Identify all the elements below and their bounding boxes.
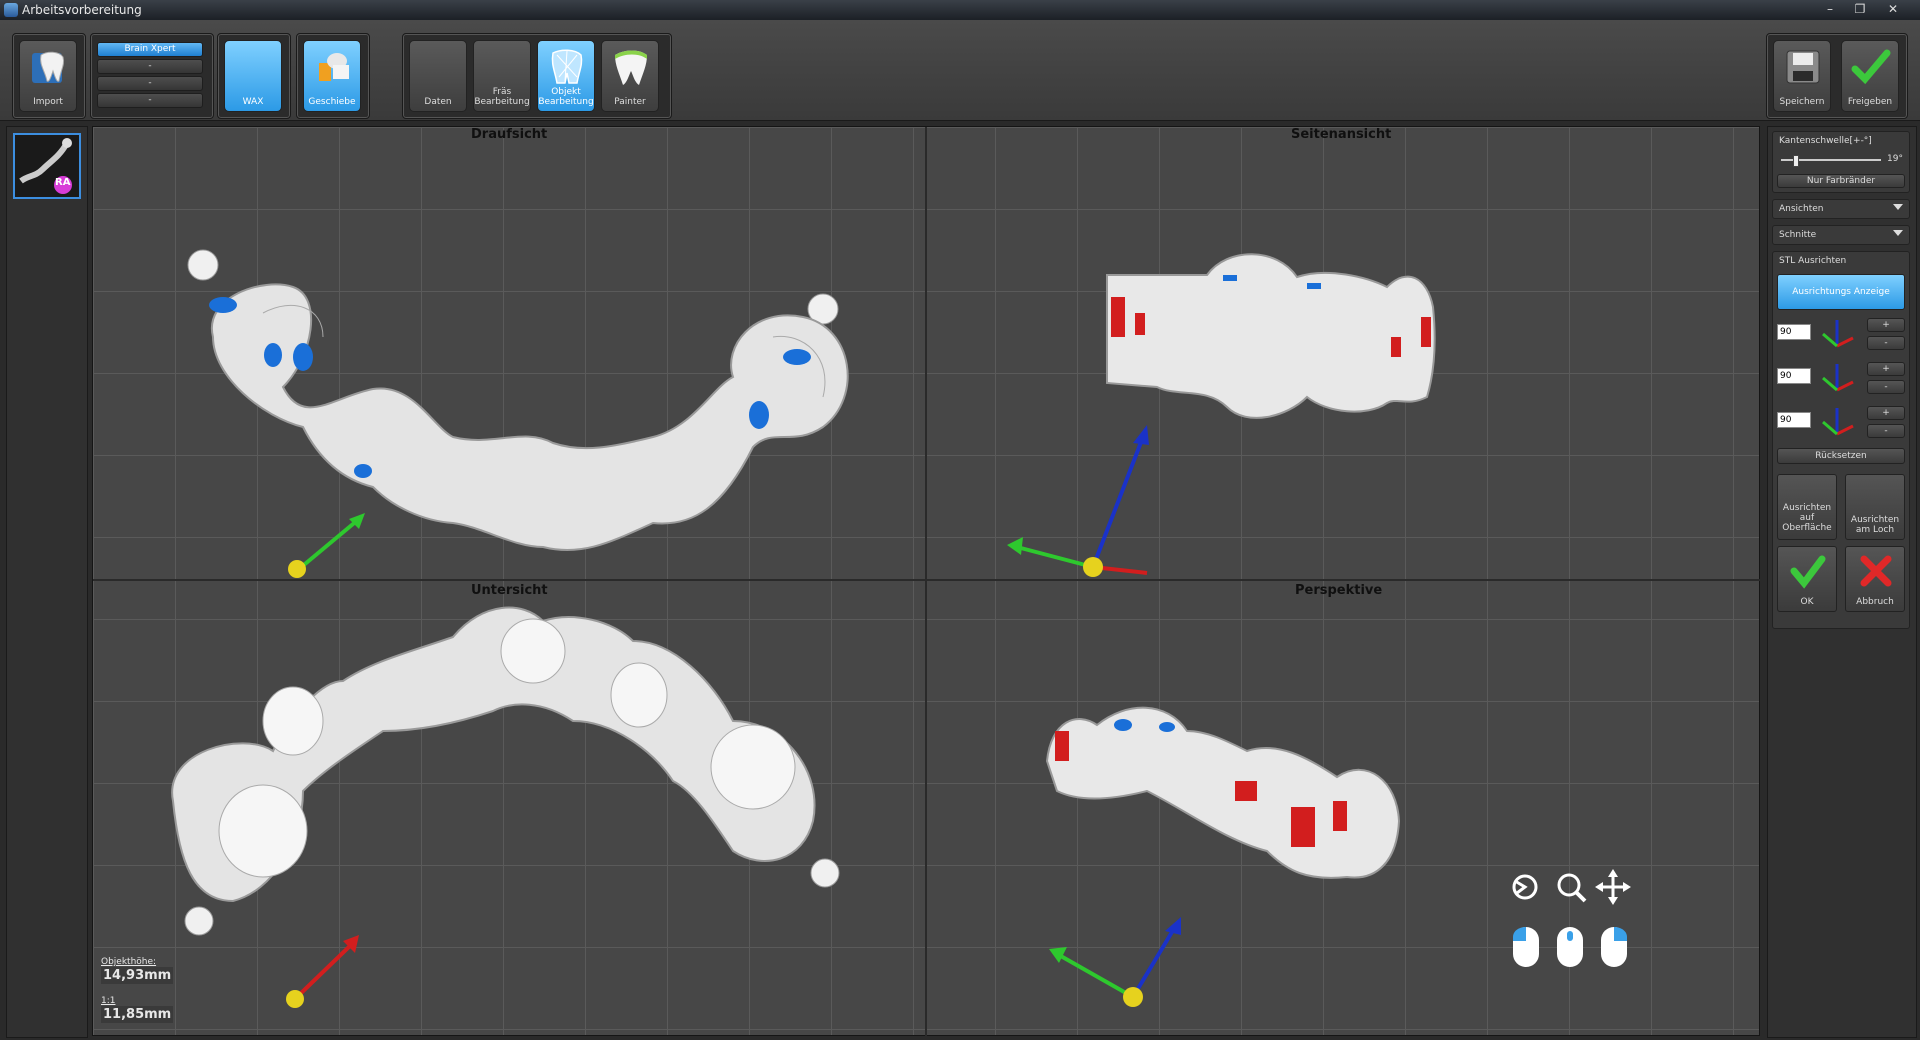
import-group: Import	[12, 33, 86, 119]
tooth-import-icon	[32, 51, 64, 83]
object-list: RA	[6, 126, 88, 1038]
scale-info: 1:1 11,85mm	[101, 996, 174, 1023]
ruecksetzen-button[interactable]: Rücksetzen	[1777, 448, 1905, 464]
brain-xpert-item[interactable]: Brain Xpert	[97, 42, 203, 57]
angle-z-minus-button[interactable]: -	[1867, 424, 1905, 438]
stl-ausrichten-title: STL Ausrichten	[1779, 256, 1847, 266]
angle-x-minus-button[interactable]: -	[1867, 336, 1905, 350]
object-thumbnail[interactable]: RA	[13, 133, 81, 199]
window-title: Arbeitsvorbereitung	[22, 3, 142, 17]
painter-button[interactable]: Painter	[601, 40, 659, 112]
right-panel: Kantenschwelle[+-°] 19° Nur Farbränder A…	[1767, 126, 1917, 1038]
fraes-label: Fräs Bearbeitung	[474, 87, 530, 107]
angle-input-x[interactable]: 90	[1777, 324, 1811, 340]
kantenschwelle-value: 19°	[1887, 154, 1903, 164]
stl-ausrichten-section: STL Ausrichten Ausrichtungs Anzeige 90 +…	[1772, 251, 1910, 629]
app-icon	[4, 3, 18, 17]
speichern-label: Speichern	[1779, 97, 1825, 107]
chevron-down-icon	[1893, 230, 1903, 236]
abbruch-label: Abbruch	[1856, 597, 1894, 607]
main-toolbar: Import Brain Xpert - - - WAX Geschiebe D…	[0, 20, 1920, 121]
nur-farbraender-button[interactable]: Nur Farbränder	[1777, 174, 1905, 188]
import-button[interactable]: Import	[19, 40, 77, 112]
schnitte-dropdown[interactable]: Schnitte	[1772, 225, 1910, 245]
fraes-bearbeitung-button[interactable]: Fräs Bearbeitung	[473, 40, 531, 112]
rotate-axis-y-icon	[1822, 364, 1854, 392]
processing-group: Daten Fräs Bearbeitung Objekt Bearbeitun…	[402, 33, 672, 119]
angle-input-z[interactable]: 90	[1777, 412, 1811, 428]
close-button[interactable]: ✕	[1878, 0, 1908, 18]
cross-icon	[1860, 555, 1892, 587]
daten-button[interactable]: Daten	[409, 40, 467, 112]
mouse-right-icon	[1601, 927, 1627, 967]
ausrichten-loch-button[interactable]: Ausrichten am Loch	[1845, 474, 1905, 540]
checkmark-icon	[1790, 555, 1826, 589]
scale-label: 1:1	[101, 996, 116, 1006]
angle-y-minus-button[interactable]: -	[1867, 380, 1905, 394]
object-height-info: Objekthöhe: 14,93mm	[101, 957, 174, 984]
move-icon	[1595, 869, 1631, 905]
abbruch-button[interactable]: Abbruch	[1845, 546, 1905, 612]
brain-list-item[interactable]: -	[97, 76, 203, 91]
tooth-wireframe-icon	[551, 49, 583, 84]
geschiebe-label: Geschiebe	[308, 97, 356, 107]
freigeben-button[interactable]: Freigeben	[1841, 40, 1899, 112]
chevron-down-icon	[1893, 204, 1903, 210]
wax-button[interactable]: WAX	[224, 40, 282, 112]
ok-label: OK	[1800, 597, 1814, 607]
object-height-label: Objekthöhe:	[101, 957, 157, 967]
tooth-painter-icon	[615, 50, 647, 85]
freigeben-label: Freigeben	[1847, 97, 1893, 107]
save-release-group: Speichern Freigeben	[1766, 33, 1908, 119]
painter-label: Painter	[614, 97, 646, 107]
brain-group: Brain Xpert - - -	[90, 33, 214, 119]
schnitte-label: Schnitte	[1779, 230, 1817, 240]
kantenschwelle-slider[interactable]	[1781, 155, 1881, 167]
checkmark-icon	[1851, 49, 1891, 85]
title-bar: Arbeitsvorbereitung – ❐ ✕	[0, 0, 1920, 20]
angle-x-plus-button[interactable]: +	[1867, 318, 1905, 332]
rotate-axis-x-icon	[1822, 320, 1854, 348]
objekt-bearbeitung-button[interactable]: Objekt Bearbeitung	[537, 40, 595, 112]
thumbnail-badge: RA	[55, 177, 71, 188]
bridge-model-top[interactable]	[93, 127, 925, 579]
minimize-button[interactable]: –	[1815, 0, 1845, 18]
zoom-icon	[1557, 873, 1587, 903]
bridge-model-perspective[interactable]	[927, 581, 1761, 1037]
brain-list-item[interactable]: -	[97, 93, 203, 108]
wax-label: WAX	[242, 97, 264, 107]
rotate-axis-z-icon	[1822, 408, 1854, 436]
kantenschwelle-slider-handle[interactable]	[1793, 155, 1799, 167]
ausrichtungs-anzeige-button[interactable]: Ausrichtungs Anzeige	[1777, 274, 1905, 310]
brain-list-item[interactable]: -	[97, 59, 203, 74]
restore-button[interactable]: ❐	[1845, 0, 1875, 18]
object-height-value: 14,93mm	[101, 967, 174, 984]
daten-label: Daten	[424, 97, 452, 107]
ok-button[interactable]: OK	[1777, 546, 1837, 612]
rotate-icon	[1512, 874, 1538, 900]
floppy-disk-icon	[1786, 50, 1820, 84]
wax-group: WAX	[217, 33, 291, 119]
angle-y-plus-button[interactable]: +	[1867, 362, 1905, 376]
angle-input-y[interactable]: 90	[1777, 368, 1811, 384]
mouse-left-icon	[1513, 927, 1539, 967]
kantenschwelle-section: Kantenschwelle[+-°] 19° Nur Farbränder	[1772, 131, 1910, 193]
ansichten-label: Ansichten	[1779, 204, 1824, 214]
kantenschwelle-label: Kantenschwelle[+-°]	[1779, 136, 1872, 146]
ansichten-dropdown[interactable]: Ansichten	[1772, 199, 1910, 219]
geschiebe-group: Geschiebe	[296, 33, 370, 119]
mouse-middle-icon	[1557, 927, 1583, 967]
bridge-model-bottom[interactable]	[93, 581, 925, 1037]
ausrichten-oberflaeche-button[interactable]: Ausrichten auf Oberfläche	[1777, 474, 1837, 540]
import-label: Import	[33, 97, 63, 107]
geschiebe-button[interactable]: Geschiebe	[303, 40, 361, 112]
objekt-label: Objekt Bearbeitung	[538, 87, 594, 107]
bridge-model-side[interactable]	[927, 127, 1761, 579]
speichern-button[interactable]: Speichern	[1773, 40, 1831, 112]
geschiebe-icon	[319, 53, 349, 81]
angle-z-plus-button[interactable]: +	[1867, 406, 1905, 420]
scale-value: 11,85mm	[101, 1006, 174, 1023]
viewport-area[interactable]: Draufsicht Seitenansicht Untersicht Pers…	[92, 126, 1761, 1037]
